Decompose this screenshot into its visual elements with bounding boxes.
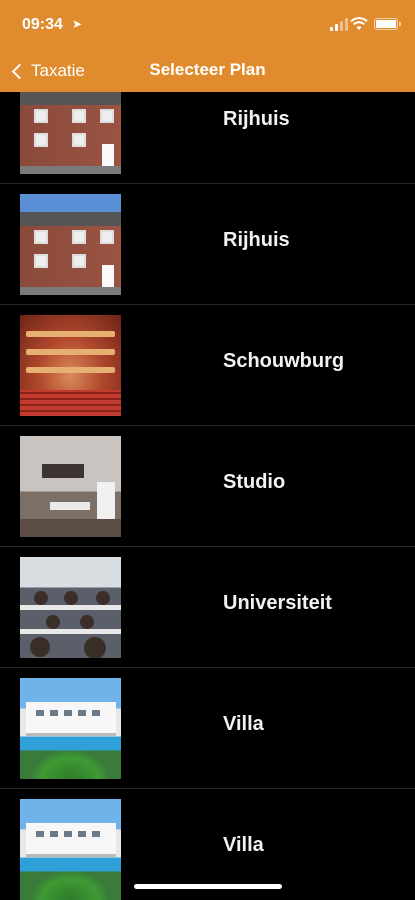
plan-label: Villa [223,834,264,856]
plan-label: Schouwburg [223,350,345,372]
status-bar: 09:34 ➤ [0,0,415,50]
plan-row[interactable]: Rijhuis [0,184,415,305]
plan-thumbnail [20,194,121,295]
wifi-icon [350,17,368,30]
plan-thumbnail [20,315,121,416]
plan-row[interactable]: Villa [0,668,415,789]
plan-row[interactable]: Rijhuis [0,92,415,184]
plan-thumbnail [20,92,121,174]
plan-label: Studio [223,471,286,493]
plan-thumbnail [20,799,121,900]
location-arrow-icon: ➤ [72,17,83,31]
plan-label: Universiteit [223,592,332,614]
plan-label: Rijhuis [223,229,290,251]
plan-label: Villa [223,713,264,735]
plan-row[interactable]: Universiteit [0,547,415,668]
plan-label: Rijhuis [223,108,290,130]
plan-thumbnail [20,557,121,658]
status-time: 09:34 [22,16,63,33]
cellular-signal-icon [330,18,350,31]
plan-list[interactable]: Rijhuis Rijhuis Schouwburg Studio Univer… [0,92,415,900]
home-indicator[interactable] [134,884,282,889]
battery-icon [374,18,401,30]
plan-row[interactable]: Schouwburg [0,305,415,426]
plan-thumbnail [20,436,121,537]
navigation-bar: Taxatie Selecteer Plan [0,50,415,92]
app-header: 09:34 ➤ Taxatie Selecteer Plan [0,0,415,92]
plan-thumbnail [20,678,121,779]
plan-row[interactable]: Studio [0,426,415,547]
page-title: Selecteer Plan [149,60,266,79]
